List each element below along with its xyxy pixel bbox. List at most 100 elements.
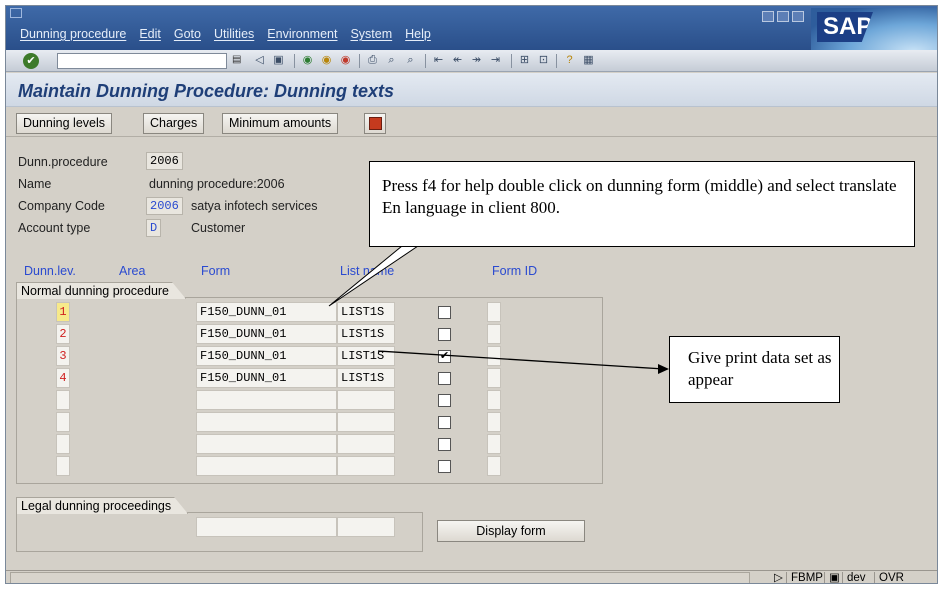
minimum-amounts-button[interactable]: Minimum amounts xyxy=(222,113,339,134)
name-label: Name xyxy=(18,177,52,191)
form-id-cell[interactable] xyxy=(487,434,501,454)
form-id-cell[interactable] xyxy=(487,324,501,344)
dunn-procedure-value: 2006 xyxy=(146,152,183,170)
legal-form-field[interactable] xyxy=(196,517,337,537)
form-cell[interactable] xyxy=(196,434,337,454)
dunning-level-cell[interactable]: 1 xyxy=(56,302,70,322)
dunning-level-cell[interactable]: 4 xyxy=(56,368,70,388)
account-type-text: Customer xyxy=(191,221,246,235)
status-message xyxy=(10,572,750,583)
menu-environment[interactable]: Environment xyxy=(267,27,337,41)
menu-dunning-procedure[interactable]: Dunning procedure xyxy=(20,27,126,41)
menu-goto[interactable]: Goto xyxy=(174,27,201,41)
display-form-button[interactable]: Display form xyxy=(437,520,585,542)
help-icons: ? ▦ xyxy=(562,53,596,68)
layout-icon[interactable]: ▦ xyxy=(581,53,596,68)
normal-dunning-group-title: Normal dunning procedure xyxy=(16,282,186,299)
form-id-cell[interactable] xyxy=(487,390,501,410)
dunning-level-cell[interactable] xyxy=(56,412,70,432)
first-page-icon[interactable]: ⇤ xyxy=(431,53,446,68)
list-name-cell[interactable] xyxy=(337,390,395,410)
menu-help[interactable]: Help xyxy=(405,27,431,41)
exit-icon[interactable]: ◉ xyxy=(319,53,334,68)
print-checkbox[interactable]: ✔ xyxy=(438,350,451,363)
paging-icons: ⇤ ↞ ↠ ⇥ xyxy=(431,53,503,68)
menu-bar: Dunning procedure Edit Goto Utilities En… xyxy=(6,6,937,70)
list-name-cell[interactable] xyxy=(337,434,395,454)
find-icon[interactable]: ⌕ xyxy=(384,53,399,68)
form-id-cell[interactable] xyxy=(487,456,501,476)
menu-edit[interactable]: Edit xyxy=(139,27,161,41)
list-name-cell[interactable]: LIST1S xyxy=(337,346,395,366)
status-system-icon[interactable]: ▣ xyxy=(824,572,844,583)
previous-page-icon[interactable]: ↞ xyxy=(450,53,465,68)
form-cell[interactable]: F150_DUNN_01 xyxy=(196,302,337,322)
list-name-cell[interactable]: LIST1S xyxy=(337,324,395,344)
form-id-cell[interactable] xyxy=(487,412,501,432)
shortcut-icon[interactable]: ⊡ xyxy=(536,53,551,68)
create-session-icon[interactable]: ⊞ xyxy=(517,53,532,68)
form-cell[interactable]: F150_DUNN_01 xyxy=(196,346,337,366)
print-checkbox[interactable] xyxy=(438,306,451,319)
status-transaction: FBMP xyxy=(786,572,827,583)
back-arrow-icon[interactable]: ◁ xyxy=(252,53,267,68)
dunning-level-cell[interactable]: 3 xyxy=(56,346,70,366)
save-icon[interactable]: ▣ xyxy=(271,53,286,68)
company-code-label: Company Code xyxy=(18,199,105,213)
dunning-level-cell[interactable] xyxy=(56,434,70,454)
form-cell[interactable]: F150_DUNN_01 xyxy=(196,368,337,388)
menu-system[interactable]: System xyxy=(350,27,392,41)
window-menu-icon[interactable] xyxy=(10,8,22,18)
form-id-cell[interactable] xyxy=(487,368,501,388)
print-checkbox[interactable] xyxy=(438,328,451,341)
name-value: dunning procedure:2006 xyxy=(149,177,285,191)
print-icon[interactable]: ⎙ xyxy=(365,53,380,68)
window-controls xyxy=(762,11,804,22)
application-toolbar: Dunning levels Charges Minimum amounts xyxy=(6,107,937,137)
function-icons: ◉ ◉ ◉ xyxy=(300,53,353,68)
print-checkbox[interactable] xyxy=(438,438,451,451)
maximize-icon[interactable] xyxy=(777,11,789,22)
list-name-cell[interactable]: LIST1S xyxy=(337,368,395,388)
account-type-label: Account type xyxy=(18,221,91,235)
find-next-icon[interactable]: ⌕ xyxy=(403,53,418,68)
last-page-icon[interactable]: ⇥ xyxy=(488,53,503,68)
status-expand-icon[interactable]: ▷ xyxy=(770,572,787,583)
legal-list-field[interactable] xyxy=(337,517,395,537)
form-cell[interactable] xyxy=(196,412,337,432)
dunning-level-cell[interactable] xyxy=(56,390,70,410)
form-id-cell[interactable] xyxy=(487,302,501,322)
enter-icon[interactable]: ✔ xyxy=(23,53,39,69)
form-cell[interactable] xyxy=(196,456,337,476)
list-name-cell[interactable]: LIST1S xyxy=(337,302,395,322)
help-icon[interactable]: ? xyxy=(562,53,577,68)
command-field[interactable] xyxy=(57,53,227,69)
save-icon xyxy=(369,117,382,130)
print-checkbox[interactable] xyxy=(438,372,451,385)
nav-icons: ◁ ▣ xyxy=(252,53,286,68)
cancel-icon[interactable]: ◉ xyxy=(338,53,353,68)
top-callout: Press f4 for help double click on dunnin… xyxy=(369,161,915,247)
next-page-icon[interactable]: ↠ xyxy=(469,53,484,68)
right-callout: Give print data set as appear xyxy=(669,336,840,403)
list-name-cell[interactable] xyxy=(337,412,395,432)
company-code-value: 2006 xyxy=(146,197,183,215)
dunning-level-cell[interactable] xyxy=(56,456,70,476)
charges-button[interactable]: Charges xyxy=(143,113,205,134)
col-dunn-lev: Dunn.lev. xyxy=(24,264,76,278)
save-button[interactable] xyxy=(364,113,386,134)
command-history-icon[interactable]: ▤ xyxy=(232,54,244,68)
close-icon[interactable] xyxy=(792,11,804,22)
form-cell[interactable]: F150_DUNN_01 xyxy=(196,324,337,344)
list-name-cell[interactable] xyxy=(337,456,395,476)
back-icon[interactable]: ◉ xyxy=(300,53,315,68)
dunning-levels-button[interactable]: Dunning levels xyxy=(16,113,112,134)
form-id-cell[interactable] xyxy=(487,346,501,366)
print-checkbox[interactable] xyxy=(438,394,451,407)
print-checkbox[interactable] xyxy=(438,460,451,473)
print-checkbox[interactable] xyxy=(438,416,451,429)
minimize-icon[interactable] xyxy=(762,11,774,22)
form-cell[interactable] xyxy=(196,390,337,410)
menu-utilities[interactable]: Utilities xyxy=(214,27,254,41)
dunning-level-cell[interactable]: 2 xyxy=(56,324,70,344)
